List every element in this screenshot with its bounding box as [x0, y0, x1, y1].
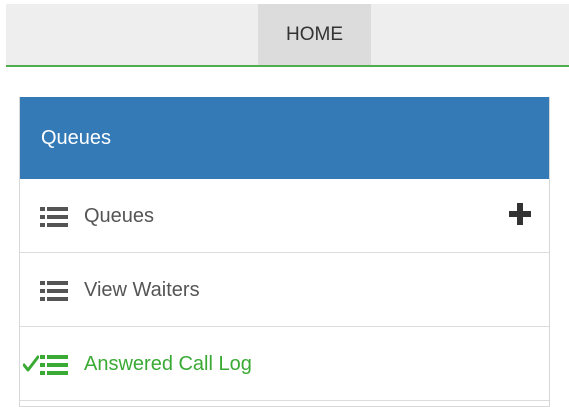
top-nav-bar: HOME: [6, 4, 569, 67]
queues-panel: Queues Queues View Waiters Answered Call…: [19, 97, 550, 407]
menu-item-label: Queues: [84, 205, 155, 227]
menu-item-label: Answered Call Log: [84, 353, 252, 375]
list-icon: [40, 207, 68, 227]
plus-icon[interactable]: [509, 203, 531, 225]
menu-item-queues[interactable]: Queues: [20, 179, 549, 253]
nav-tab-home[interactable]: HOME: [258, 4, 371, 65]
menu-item-label: View Waiters: [84, 279, 200, 301]
list-icon: [40, 355, 68, 375]
panel-title: Queues: [20, 97, 549, 179]
list-icon: [40, 281, 68, 301]
menu-item-answered-call-log[interactable]: Answered Call Log: [20, 327, 549, 401]
check-icon: [23, 355, 39, 372]
menu-item-view-waiters[interactable]: View Waiters: [20, 253, 549, 327]
